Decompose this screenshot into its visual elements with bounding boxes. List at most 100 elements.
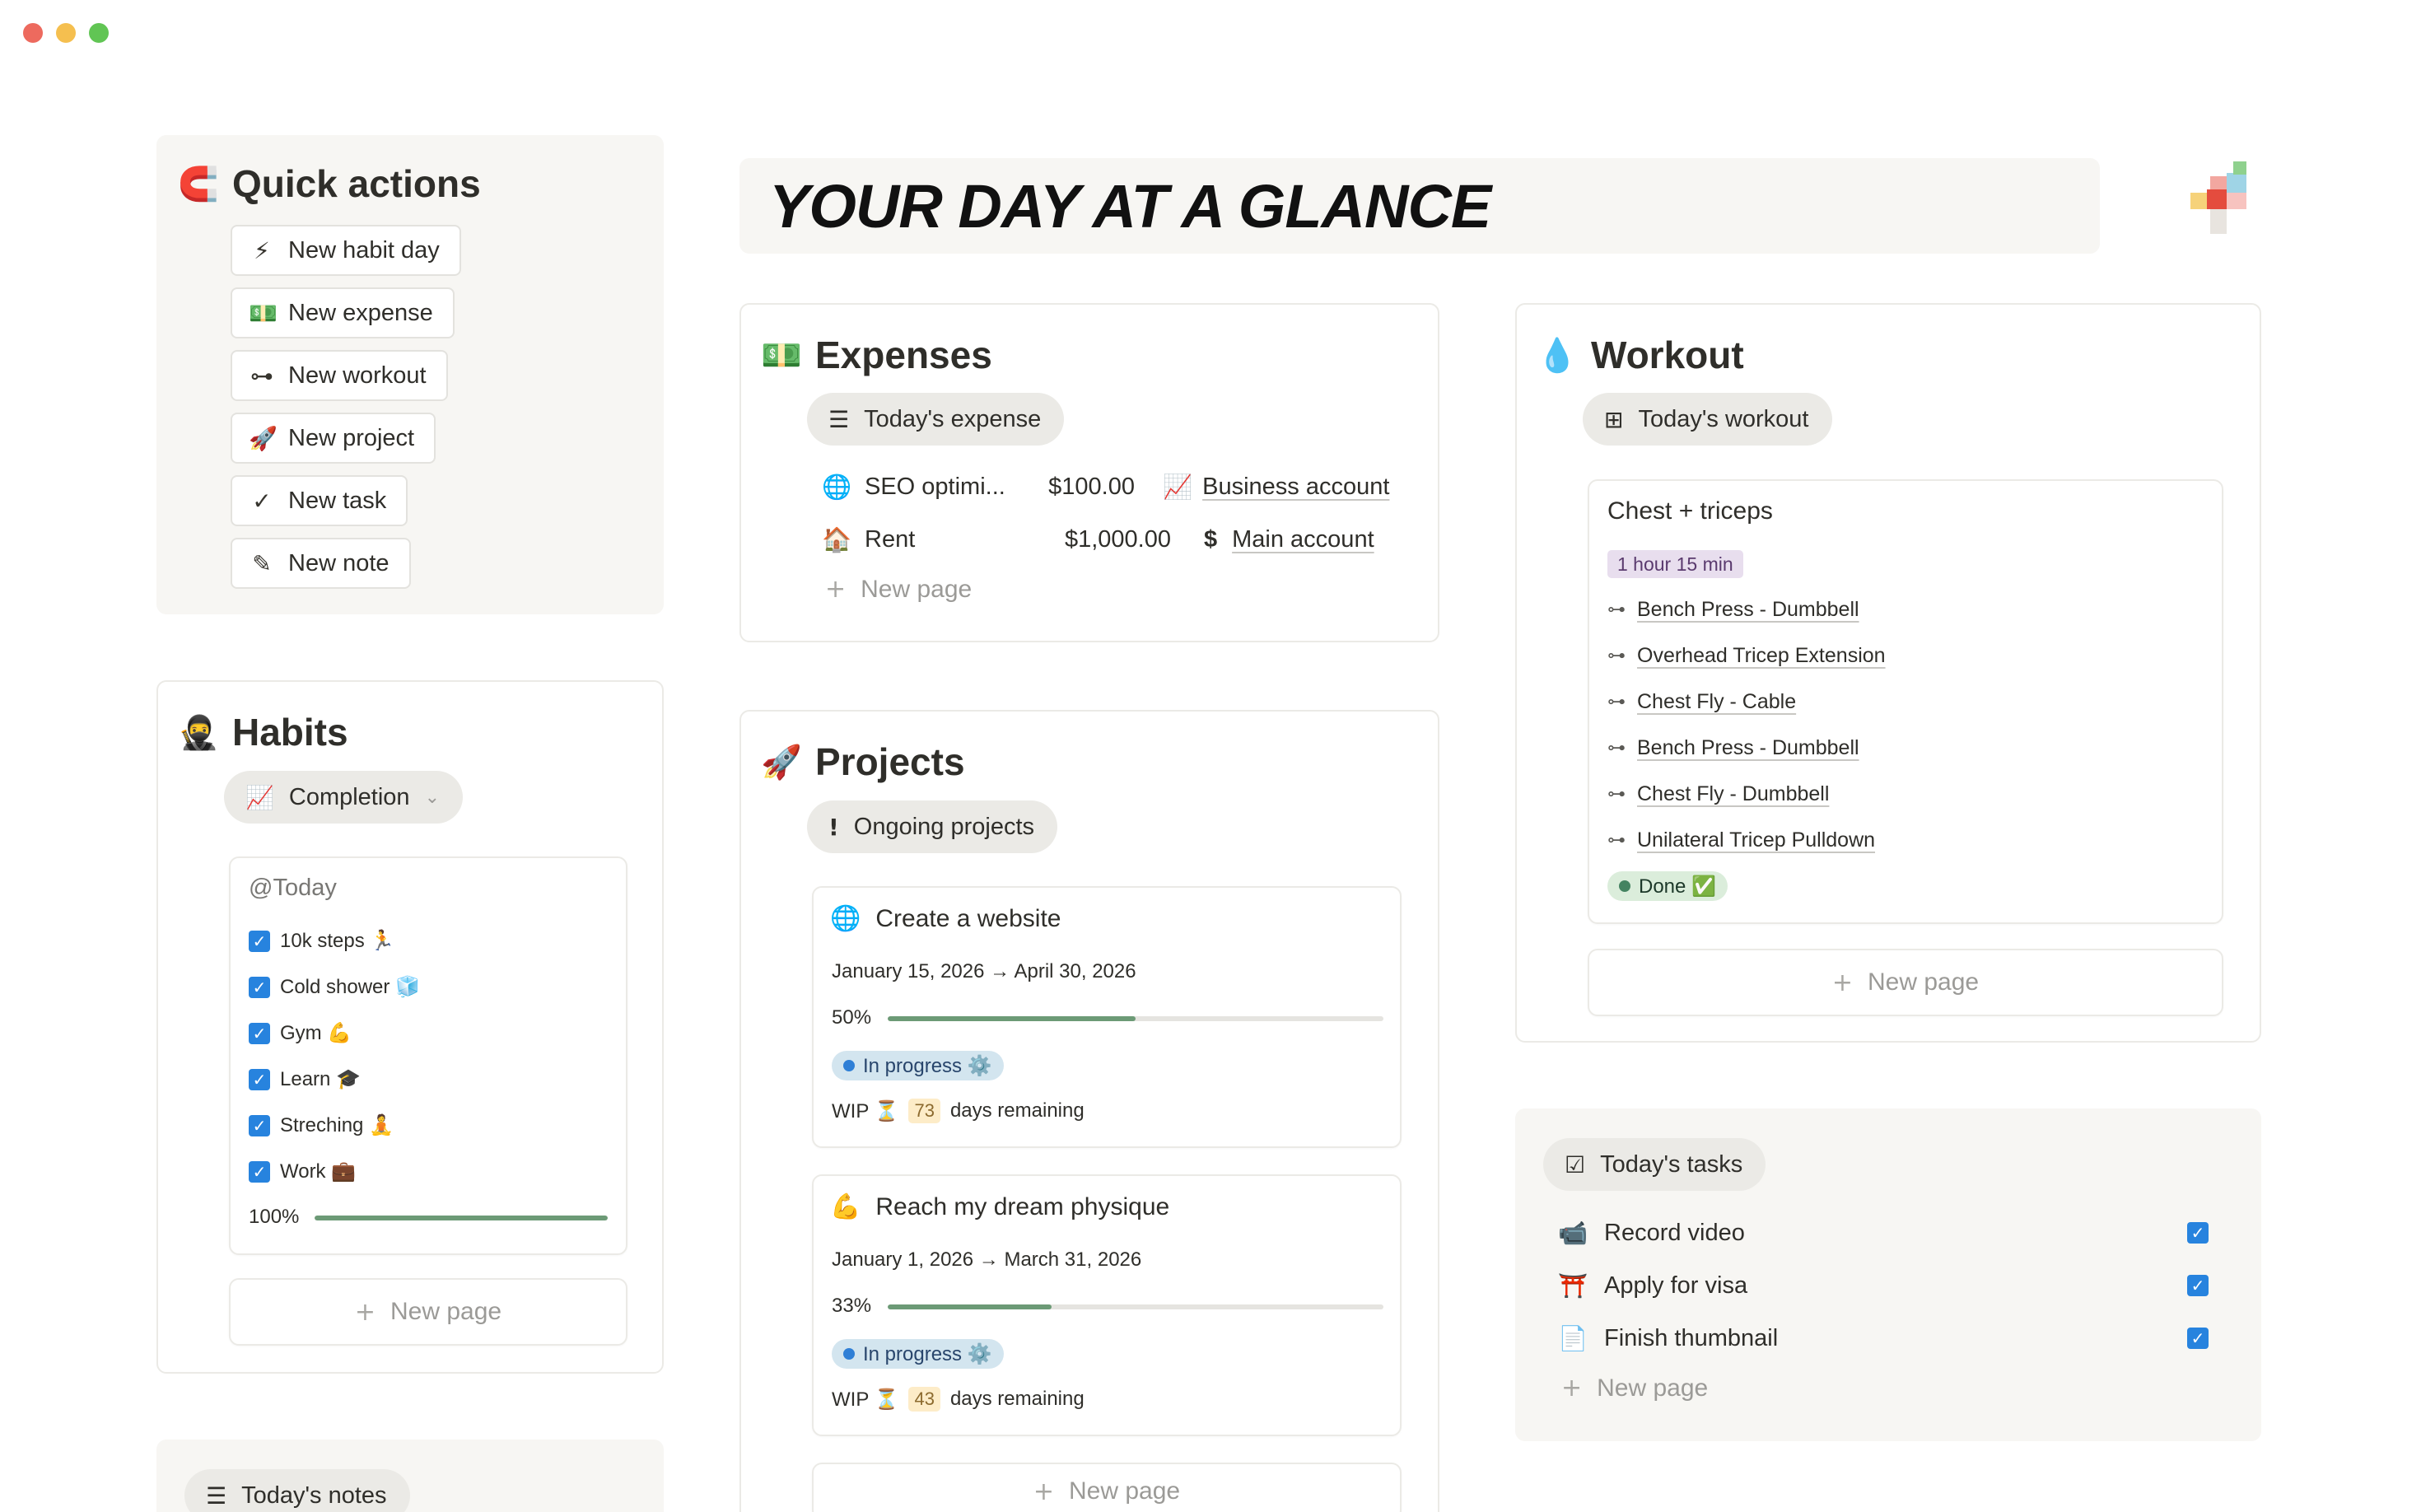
view-todays-notes[interactable]: ☰ Today's notes xyxy=(184,1469,410,1512)
projects-title: Projects xyxy=(815,740,965,783)
new-workout-button[interactable]: ⊶ New workout xyxy=(231,350,448,401)
view-ongoing-projects[interactable]: ! Ongoing projects xyxy=(807,800,1058,853)
habit-day-card[interactable] xyxy=(229,856,627,1255)
habits-title: Habits xyxy=(232,711,348,754)
close-window-button[interactable] xyxy=(23,23,43,43)
habit-label: Work 💼 xyxy=(280,1160,357,1183)
task-checkbox[interactable]: ✓ xyxy=(2187,1275,2209,1296)
video-camera-icon: 📹 xyxy=(1558,1218,1588,1247)
habit-label: Cold shower 🧊 xyxy=(280,976,420,998)
exercise-name: Chest Fly - Dumbbell xyxy=(1637,782,1830,805)
task-checkbox[interactable]: ✓ xyxy=(2187,1328,2209,1349)
view-label: Today's tasks xyxy=(1600,1150,1743,1178)
view-label: Today's workout xyxy=(1638,405,1809,432)
habit-item: ✓ Gym 💪 xyxy=(249,1021,352,1045)
workout-heading: 💧 Workout xyxy=(1537,333,1744,377)
habit-checkbox[interactable]: ✓ xyxy=(249,930,270,952)
magnet-icon: 🧲 xyxy=(178,165,219,203)
project-name: Reach my dream physique xyxy=(875,1192,1170,1220)
task-label: Finish thumbnail xyxy=(1604,1324,1779,1351)
view-todays-workout[interactable]: ⊞ Today's workout xyxy=(1583,393,1832,446)
task-row[interactable]: 📹 Record video ✓ xyxy=(1558,1212,2209,1253)
maximize-window-button[interactable] xyxy=(89,23,109,43)
expense-account-link[interactable]: Business account xyxy=(1202,474,1389,501)
habit-item: ✓ 10k steps 🏃 xyxy=(249,929,394,953)
expenses-new-page-button[interactable]: + New page xyxy=(825,575,972,604)
project-dates: January 1, 2026 → March 31, 2026 xyxy=(832,1248,1142,1271)
projects-new-page-button[interactable]: + New page xyxy=(812,1463,1402,1512)
expense-account-link[interactable]: Main account xyxy=(1232,526,1374,553)
tasks-new-page-button[interactable]: + New page xyxy=(1561,1374,1708,1402)
habit-checkbox[interactable]: ✓ xyxy=(249,1160,270,1183)
new-note-button[interactable]: ✎ New note xyxy=(231,538,411,589)
habit-checkbox[interactable]: ✓ xyxy=(249,976,270,998)
view-todays-tasks[interactable]: ☑ Today's tasks xyxy=(1543,1138,1766,1191)
habit-label: Gym 💪 xyxy=(280,1022,352,1044)
globe-icon: 🌐 xyxy=(822,472,852,501)
wip-label: WIP ⏳ xyxy=(832,1388,899,1411)
minimize-window-button[interactable] xyxy=(56,23,76,43)
days-remaining-count: 43 xyxy=(908,1387,940,1412)
button-label: New workout xyxy=(288,362,427,389)
project-dates: January 15, 2026 → April 30, 2026 xyxy=(832,960,1136,982)
habit-checkbox[interactable]: ✓ xyxy=(249,1068,270,1090)
expenses-heading: 💵 Expenses xyxy=(761,333,992,377)
exercise-name: Bench Press - Dumbbell xyxy=(1637,598,1859,621)
exercise-name: Chest Fly - Cable xyxy=(1637,690,1797,713)
plus-icon: + xyxy=(1831,968,1854,997)
plus-logo-icon xyxy=(2174,156,2263,245)
button-label: New expense xyxy=(288,299,433,326)
dumbbell-icon: ⊶ xyxy=(1607,784,1626,805)
line-chart-icon: 📈 xyxy=(245,783,274,811)
house-icon: 🏠 xyxy=(822,525,852,553)
exercise-link[interactable]: ⊶ Unilateral Tricep Pulldown xyxy=(1607,828,1875,852)
plus-icon: + xyxy=(1033,1477,1055,1506)
expense-row[interactable]: 🌐 SEO optimi... $100.00 📈 Business accou… xyxy=(822,466,1398,507)
habit-checkbox[interactable]: ✓ xyxy=(249,1114,270,1136)
expense-row[interactable]: 🏠 Rent $1,000.00 $ Main account xyxy=(822,519,1398,560)
check-icon: ✓ xyxy=(252,487,272,515)
exercise-link[interactable]: ⊶ Chest Fly - Dumbbell xyxy=(1607,782,1829,806)
workout-title: Workout xyxy=(1591,334,1744,376)
exercise-name: Bench Press - Dumbbell xyxy=(1637,736,1859,759)
new-task-button[interactable]: ✓ New task xyxy=(231,475,408,526)
exercise-link[interactable]: ⊶ Bench Press - Dumbbell xyxy=(1607,736,1859,760)
window-controls xyxy=(23,23,109,43)
exercise-link[interactable]: ⊶ Overhead Tricep Extension xyxy=(1607,644,1886,668)
workout-duration-tag: 1 hour 15 min xyxy=(1607,550,1743,578)
quick-actions-heading: 🧲 Quick actions xyxy=(178,161,481,206)
new-expense-button[interactable]: 💵 New expense xyxy=(231,287,455,338)
expenses-title: Expenses xyxy=(815,334,992,376)
days-remaining-count: 73 xyxy=(908,1099,940,1123)
plus-icon: + xyxy=(354,1297,376,1327)
task-row[interactable]: 📄 Finish thumbnail ✓ xyxy=(1558,1318,2209,1359)
task-label: Record video xyxy=(1604,1219,1745,1246)
habit-checkbox[interactable]: ✓ xyxy=(249,1022,270,1044)
page-title: YOUR DAY AT A GLANCE xyxy=(769,172,1491,240)
new-page-label: New page xyxy=(1069,1477,1181,1505)
task-checkbox[interactable]: ✓ xyxy=(2187,1222,2209,1244)
new-habit-day-button[interactable]: ⚡ New habit day xyxy=(231,225,461,276)
button-label: New habit day xyxy=(288,236,440,264)
exercise-link[interactable]: ⊶ Chest Fly - Cable xyxy=(1607,690,1796,714)
view-todays-expense[interactable]: ☰ Today's expense xyxy=(807,393,1065,446)
view-completion-dropdown[interactable]: 📈 Completion ⌄ xyxy=(224,771,463,824)
new-project-button[interactable]: 🚀 New project xyxy=(231,413,436,464)
task-label: Apply for visa xyxy=(1604,1272,1748,1299)
new-page-label: New page xyxy=(1868,968,1980,996)
expense-name: Rent xyxy=(865,525,916,553)
button-label: New task xyxy=(288,487,387,514)
project-name: Create a website xyxy=(875,904,1061,932)
page-icon: 📄 xyxy=(1558,1323,1588,1352)
plus-icon: + xyxy=(1561,1374,1583,1402)
workout-new-page-button[interactable]: + New page xyxy=(1588,949,2223,1016)
habit-progress-label: 100% xyxy=(249,1206,300,1228)
checklist-icon: ☑ xyxy=(1565,1150,1586,1178)
chart-increasing-icon: 📈 xyxy=(1163,472,1193,501)
exercise-link[interactable]: ⊶ Bench Press - Dumbbell xyxy=(1607,598,1859,622)
status-dot xyxy=(1619,880,1630,892)
task-row[interactable]: ⛩️ Apply for visa ✓ xyxy=(1558,1265,2209,1306)
new-page-label: New page xyxy=(390,1298,502,1325)
project-progress-bar xyxy=(888,1016,1383,1021)
habits-new-page-button[interactable]: + New page xyxy=(229,1278,627,1346)
